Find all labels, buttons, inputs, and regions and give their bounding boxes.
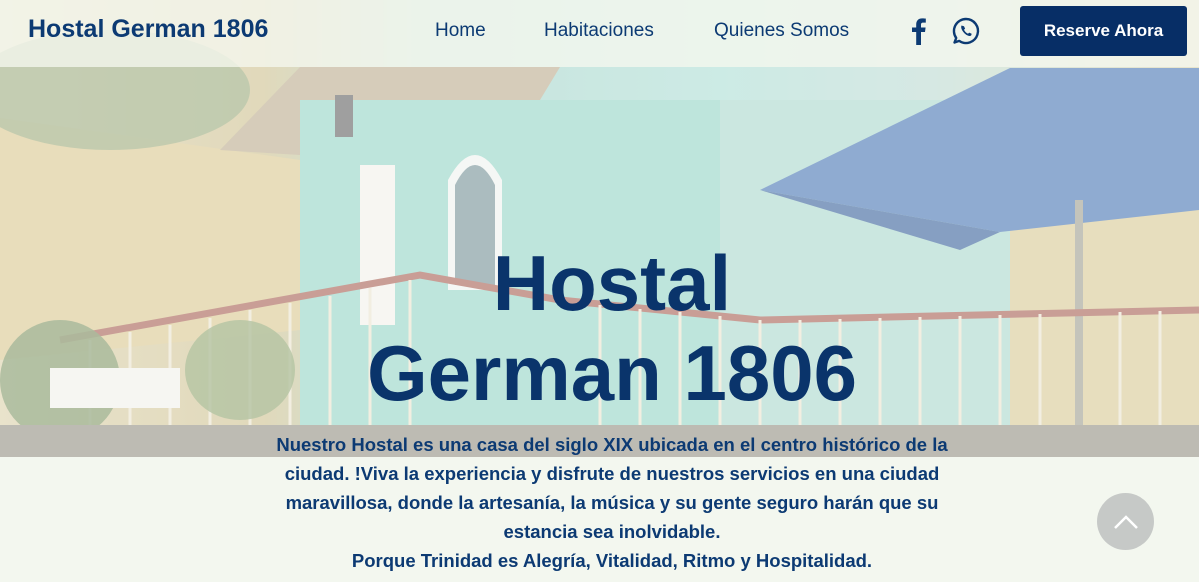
brand-logo-text[interactable]: Hostal German 1806 (28, 15, 268, 44)
nav-link-habitaciones[interactable]: Habitaciones (544, 20, 654, 42)
nav-link-home[interactable]: Home (435, 20, 486, 42)
scroll-to-top-button[interactable] (1097, 493, 1154, 550)
whatsapp-icon[interactable] (951, 16, 981, 46)
hero-description: Nuestro Hostal es una casa del siglo XIX… (255, 430, 969, 575)
chevron-up-icon (1113, 514, 1138, 529)
description-line: Porque Trinidad es Alegría, Vitalidad, R… (351, 550, 873, 571)
hero-title: Hostal German 1806 (300, 238, 924, 418)
hero-title-line-1: Hostal (492, 239, 732, 327)
hero-title-line-2: German 1806 (367, 329, 857, 417)
description-line: Nuestro Hostal es una casa del siglo XIX… (276, 434, 948, 455)
reserve-now-button[interactable]: Reserve Ahora (1020, 6, 1187, 56)
description-line: ciudad. !Viva la experiencia y disfrute … (284, 463, 940, 484)
facebook-icon[interactable] (904, 16, 934, 46)
description-line: estancia sea inolvidable. (503, 521, 721, 542)
description-line: maravillosa, donde la artesanía, la músi… (285, 492, 939, 513)
top-navbar: Hostal German 1806 Home Habitaciones Qui… (0, 0, 1199, 67)
nav-link-quienes-somos[interactable]: Quienes Somos (714, 20, 849, 42)
